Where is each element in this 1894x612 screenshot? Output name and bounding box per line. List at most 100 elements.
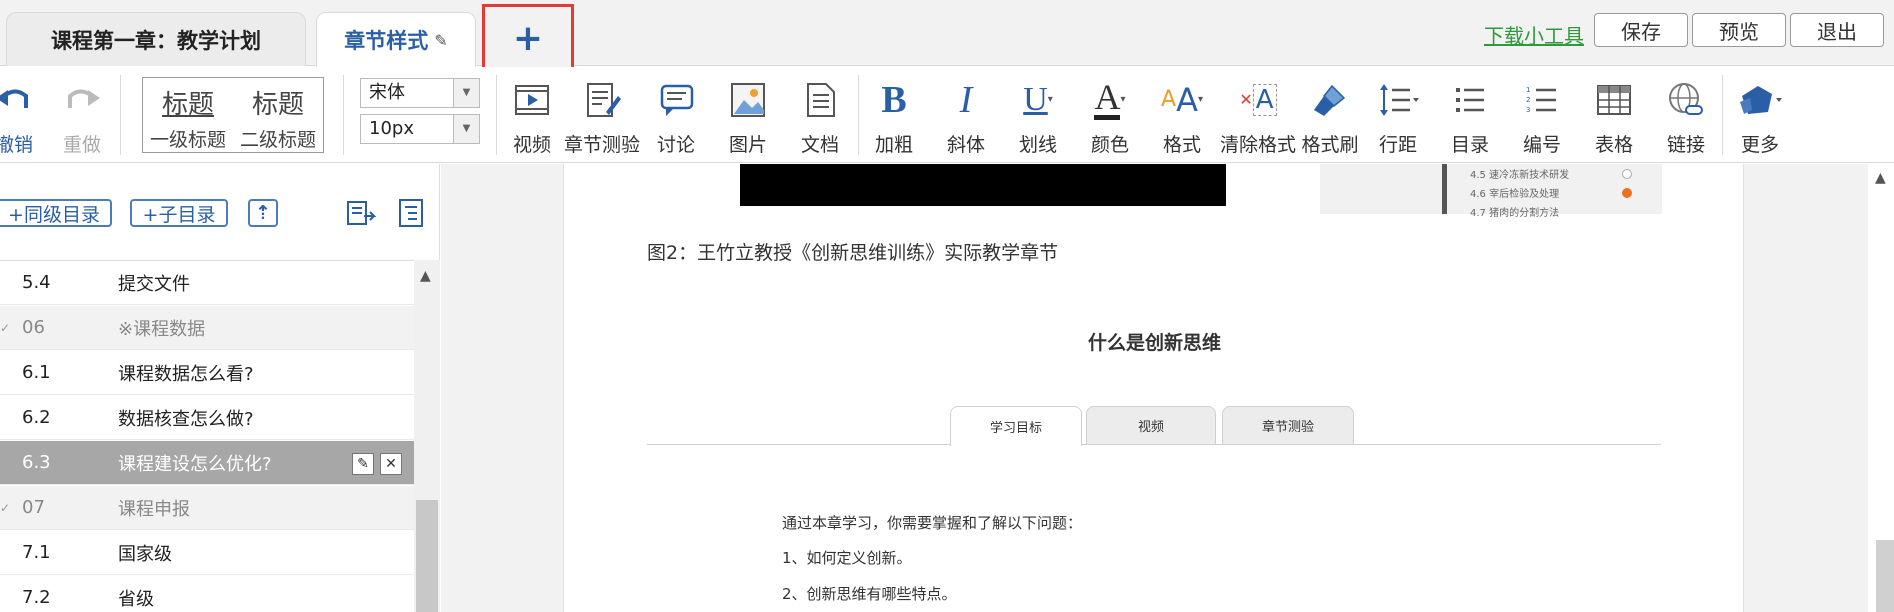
insert-document-button[interactable]: 文档 — [788, 75, 852, 157]
font-color-label: 颜色 — [1090, 134, 1129, 156]
heading2-button[interactable]: 标题 二级标题 — [233, 78, 323, 152]
image-label: 图片 — [728, 134, 767, 156]
thumbnail-item: 4.5 速冷冻新技术研发 — [1470, 170, 1570, 181]
embedded-screenshot-thumbnail: 4.5 速冷冻新技术研发 4.6 宰后检验及处理 4.7 猪肉的分割方法 — [1320, 164, 1662, 219]
editor-scrollbar-thumb[interactable] — [1876, 540, 1894, 612]
chevron-up-icon[interactable]: ▲ — [420, 268, 431, 284]
clear-format-icon: ✕ A — [1239, 75, 1277, 124]
doc-tab-quiz[interactable]: 章节测验 — [1222, 406, 1354, 444]
document-heading: 什么是创新思维 — [1087, 332, 1221, 354]
exit-button[interactable]: 退出 — [1790, 13, 1884, 47]
link-label: 链接 — [1666, 134, 1705, 156]
underline-button[interactable]: U ▾ 划线 — [1006, 75, 1070, 157]
insert-quiz-button[interactable]: 章节测验 — [564, 75, 640, 157]
status-dot — [1622, 169, 1632, 179]
heading1-preview: 标题 — [161, 90, 214, 120]
italic-button[interactable]: I 斜体 — [934, 75, 998, 157]
move-up-button[interactable]: ⇡ — [248, 199, 278, 227]
add-child-directory-button[interactable]: +子目录 — [130, 199, 228, 227]
list-item-active[interactable]: 6.3 课程建设怎么优化? ✎ ✕ — [0, 441, 414, 485]
edit-icon[interactable]: ✎ — [352, 453, 374, 475]
thumbnail-item: 4.6 宰后检验及处理 — [1470, 189, 1560, 200]
italic-icon: I — [959, 78, 973, 121]
doc-tab-video[interactable]: 视频 — [1086, 406, 1216, 444]
table-button[interactable]: 表格 — [1582, 75, 1646, 157]
undo-button[interactable]: 撤销 — [0, 75, 46, 157]
chapter-title: 国家级 — [118, 543, 172, 565]
format-icon: A A ▾ — [1161, 80, 1203, 119]
download-tool-link[interactable]: 下载小工具 — [1484, 20, 1584, 49]
chapter-number: 7.1 — [22, 542, 51, 563]
list-item[interactable]: 7.1 国家级 — [0, 531, 414, 575]
editor-toolbar: 撤销 重做 标题 一级标题 标题 二级标题 宋体 ▼ 10px ▼ 视频 章节测… — [0, 67, 1894, 163]
numbering-button[interactable]: 1 2 3 编号 — [1510, 75, 1574, 157]
chapter-number: 06 — [22, 317, 45, 338]
bold-button[interactable]: B 加粗 — [862, 75, 926, 157]
list-item[interactable]: 6.2 数据核查怎么做? — [0, 396, 414, 440]
globe-link-icon — [1666, 75, 1706, 124]
add-sibling-directory-button[interactable]: +同级目录 — [0, 199, 112, 227]
video-icon — [512, 75, 552, 124]
chapter-number: 6.2 — [22, 407, 51, 428]
save-button[interactable]: 保存 — [1594, 13, 1688, 47]
toc-button[interactable]: 目录 — [1438, 75, 1502, 157]
more-button[interactable]: 更多 — [1728, 75, 1792, 157]
embedded-image-redacted — [740, 164, 1226, 206]
editor-page[interactable]: 4.5 速冷冻新技术研发 4.6 宰后检验及处理 4.7 猪肉的分割方法 图2：… — [563, 164, 1744, 612]
toolbar-divider — [496, 75, 497, 155]
table-label: 表格 — [1594, 134, 1633, 156]
add-tab-button[interactable]: + — [482, 4, 574, 72]
pencil-icon[interactable]: ✎ — [434, 31, 447, 50]
chevron-up-icon[interactable]: ▲ — [1875, 170, 1886, 186]
font-color-button[interactable]: A ▾ 颜色 — [1078, 75, 1142, 157]
line-height-button[interactable]: 行距 — [1366, 75, 1430, 157]
insert-discussion-button[interactable]: 讨论 — [644, 75, 708, 157]
figure-caption: 图2：王竹立教授《创新思维训练》实际教学章节 — [647, 242, 1059, 264]
editor-scrollbar[interactable]: ▲ — [1868, 164, 1894, 612]
document-label: 文档 — [800, 134, 839, 156]
close-icon[interactable]: ✕ — [380, 453, 402, 475]
preview-button[interactable]: 预览 — [1692, 13, 1786, 47]
quiz-icon — [582, 75, 622, 124]
outline-icon[interactable] — [396, 198, 426, 228]
chapter-number: 07 — [22, 497, 45, 518]
svg-text:2: 2 — [1526, 96, 1530, 104]
tab-chapter-one-label: 课程第一章：教学计划 — [51, 28, 261, 53]
section-item[interactable]: ✓ 06 ※课程数据 — [0, 306, 414, 350]
tab-divider — [647, 444, 1661, 445]
line-height-label: 行距 — [1378, 134, 1417, 156]
toc-label: 目录 — [1450, 134, 1489, 156]
sidebar-scrollbar[interactable]: ▲ — [414, 260, 440, 612]
font-size-value: 10px — [369, 118, 414, 139]
tab-chapter-style[interactable]: 章节样式 ✎ — [316, 12, 476, 67]
chapter-title: 课程数据怎么看? — [118, 363, 254, 385]
link-button[interactable]: 链接 — [1654, 75, 1718, 157]
clear-format-label: 清除格式 — [1220, 134, 1297, 156]
format-button[interactable]: A A ▾ 格式 — [1150, 75, 1214, 157]
insert-video-button[interactable]: 视频 — [500, 75, 564, 157]
quiz-label: 章节测验 — [564, 134, 641, 156]
list-item[interactable]: 5.4 提交文件 — [0, 261, 414, 305]
sidebar-scrollbar-thumb[interactable] — [416, 500, 438, 612]
import-icon[interactable] — [346, 198, 377, 228]
clear-format-button[interactable]: ✕ A 清除格式 — [1220, 75, 1297, 157]
chapter-sidebar: +同级目录 +子目录 ⇡ 5.4 提交文件 ✓ 06 ※课程数据 6.1 课程数… — [0, 164, 440, 612]
chapter-number: 7.2 — [22, 587, 51, 608]
heading1-button[interactable]: 标题 一级标题 — [143, 78, 233, 152]
format-brush-button[interactable]: 格式刷 — [1298, 75, 1362, 157]
insert-image-button[interactable]: 图片 — [716, 75, 780, 157]
list-item[interactable]: 7.2 省级 — [0, 576, 414, 612]
list-item[interactable]: 6.1 课程数据怎么看? — [0, 351, 414, 395]
chapter-title: ※课程数据 — [118, 318, 206, 340]
redo-button[interactable]: 重做 — [50, 75, 114, 157]
doc-tab-learning-goals[interactable]: 学习目标 — [950, 406, 1082, 446]
more-icon — [1736, 75, 1784, 124]
chevron-down-icon: ▼ — [453, 115, 479, 143]
tab-chapter-one[interactable]: 课程第一章：教学计划 — [6, 12, 306, 66]
font-family-select[interactable]: 宋体 ▼ — [360, 78, 480, 108]
format-brush-label: 格式刷 — [1301, 134, 1359, 156]
font-color-icon: A ▾ — [1094, 75, 1126, 124]
numbering-label: 编号 — [1522, 134, 1561, 156]
section-item[interactable]: ✓ 07 课程申报 — [0, 486, 414, 530]
font-size-select[interactable]: 10px ▼ — [360, 114, 480, 144]
